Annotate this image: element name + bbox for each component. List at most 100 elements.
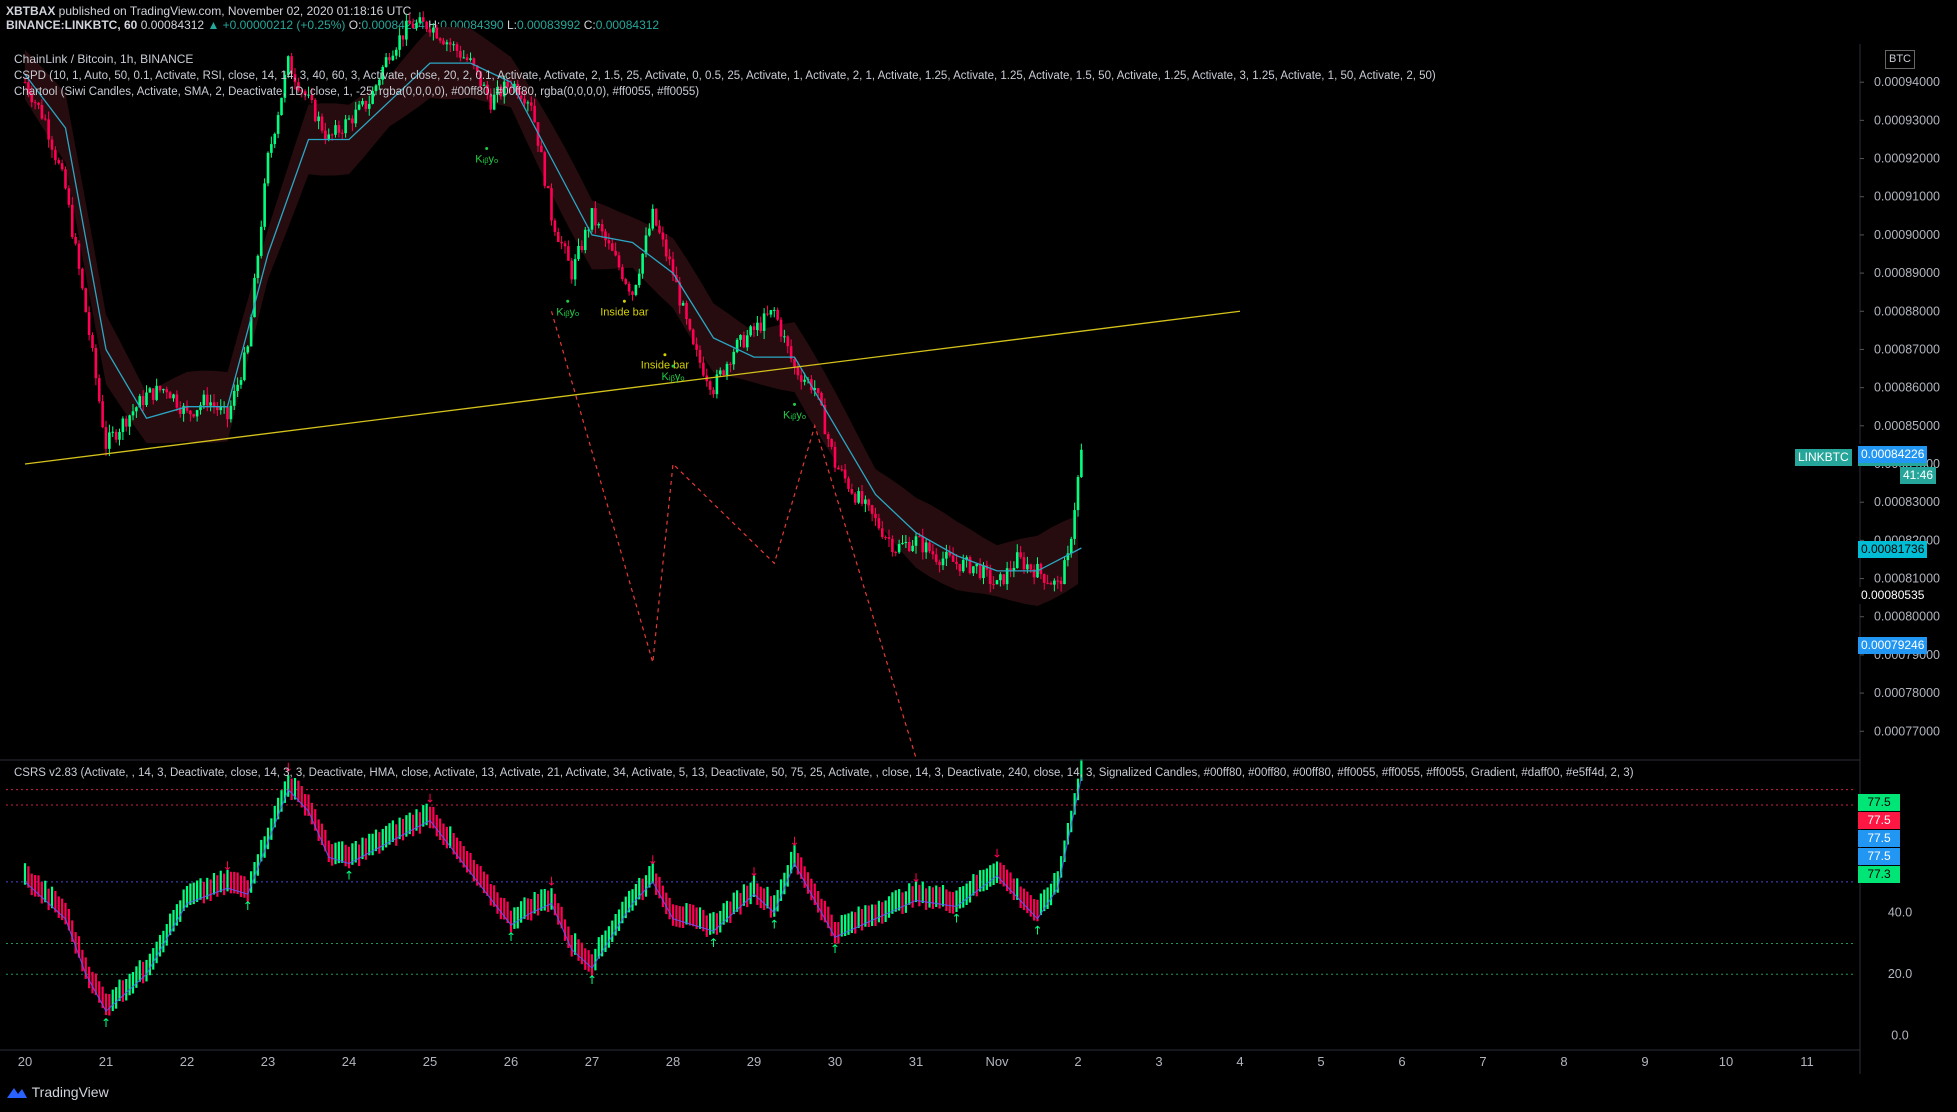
- candle-body: [573, 259, 577, 280]
- candle-body: [361, 100, 364, 105]
- candle-body: [74, 237, 77, 244]
- candle-body: [648, 228, 651, 236]
- candle-body: [465, 57, 469, 60]
- candle-body: [259, 226, 263, 256]
- candle-body: [934, 554, 938, 562]
- candle-body: [999, 574, 1002, 581]
- candle-body: [162, 389, 165, 391]
- osc-axis-tag: 77.5: [1858, 794, 1900, 811]
- sell-arrow-icon: ↓: [911, 871, 921, 885]
- candle-body: [243, 352, 246, 381]
- candle-body: [148, 388, 152, 393]
- volatility-band: [25, 26, 1078, 606]
- candle-body: [172, 394, 175, 399]
- candle-body: [1049, 582, 1053, 585]
- time-tick-label: 25: [423, 1054, 437, 1069]
- sell-arrow-icon: ↓: [992, 847, 1002, 861]
- candle-body: [232, 390, 236, 406]
- price-tick-label: 0.00090000: [1874, 228, 1940, 242]
- price-tick-label: 0.00087000: [1874, 342, 1940, 356]
- candle-body: [546, 185, 550, 189]
- candle-body: [938, 561, 941, 566]
- candle-body: [641, 253, 644, 274]
- candle-body: [229, 405, 233, 420]
- candle-body: [722, 370, 725, 376]
- candle-body: [604, 231, 607, 241]
- candle-body: [864, 499, 867, 504]
- candle-body: [543, 152, 547, 186]
- candle-body: [870, 505, 874, 514]
- candle-body: [205, 394, 209, 406]
- candle-body: [357, 104, 361, 110]
- time-tick-label: 5: [1317, 1054, 1324, 1069]
- candle-body: [540, 145, 543, 153]
- candle-body: [732, 351, 736, 365]
- candle-body: [847, 478, 850, 489]
- candle-body: [958, 563, 962, 572]
- annotation-dot: [663, 353, 667, 357]
- time-tick-label: 22: [180, 1054, 194, 1069]
- candle-body: [637, 273, 641, 286]
- legend-cspd: CSPD (10, 1, Auto, 50, 0.1, Activate, RS…: [14, 70, 1436, 82]
- candle-body: [124, 418, 128, 427]
- candle-body: [209, 402, 212, 406]
- price-tick-label: 0.00094000: [1874, 75, 1940, 89]
- candle-body: [239, 380, 243, 385]
- chart-canvas[interactable]: KᵢᵦyₒKᵢᵦyₒ Inside barInside barKᵢᵦyₒKᵢᵦyₒ…: [0, 0, 1957, 1074]
- currency-badge[interactable]: BTC: [1885, 50, 1915, 69]
- candle-body: [1046, 582, 1049, 584]
- candle-body: [270, 144, 273, 153]
- candle-body: [313, 99, 317, 122]
- candle-body: [1080, 449, 1083, 478]
- candle-body: [367, 103, 371, 109]
- annotation-dot: [566, 299, 570, 303]
- price-tick-label: 0.00093000: [1874, 113, 1940, 127]
- candle-body: [334, 125, 337, 135]
- candle-body: [195, 410, 199, 417]
- candle-body: [972, 566, 975, 574]
- candle-body: [911, 545, 914, 552]
- annotation-label: Inside bar: [600, 306, 649, 318]
- candle-body: [891, 538, 894, 553]
- buy-arrow-icon: ↑: [101, 1016, 111, 1030]
- candle-body: [877, 518, 881, 529]
- candle-body: [904, 541, 908, 543]
- osc-axis-tag: 77.5: [1858, 830, 1900, 847]
- price-tick-label: 0.00091000: [1874, 190, 1940, 204]
- footer: TradingView: [0, 1074, 1957, 1112]
- candle-body: [560, 241, 563, 244]
- candle-body: [81, 268, 84, 289]
- legend-csrs: CSRS v2.83 (Activate, , 14, 3, Deactivat…: [14, 767, 1634, 779]
- annotation-label: Kᵢᵦyₒ: [475, 154, 498, 166]
- candle-body: [57, 160, 61, 164]
- candle-body: [1076, 477, 1080, 511]
- candle-body: [631, 291, 634, 295]
- candle-body: [253, 277, 256, 318]
- tradingview-logo[interactable]: TradingView: [6, 1084, 109, 1100]
- price-tick-label: 0.00078000: [1874, 686, 1940, 700]
- candle-body: [212, 402, 216, 407]
- osc-tick-label: 20.0: [1888, 967, 1912, 981]
- candle-body: [654, 208, 658, 226]
- candle-body: [550, 188, 553, 221]
- candle-body: [563, 243, 567, 247]
- candle-body: [327, 134, 331, 139]
- candle-body: [354, 109, 358, 124]
- candle-body: [702, 362, 705, 376]
- legend-chartool: Chartool (Siwi Candles, Activate, SMA, 2…: [14, 86, 700, 98]
- sell-arrow-icon: ↓: [546, 874, 556, 888]
- candle-body: [600, 224, 604, 232]
- candle-body: [556, 231, 560, 242]
- candle-body: [978, 563, 982, 579]
- candle-body: [553, 220, 557, 232]
- candle-body: [860, 491, 864, 504]
- candle-body: [411, 23, 415, 29]
- candle-body: [627, 283, 631, 292]
- candle-body: [887, 537, 891, 539]
- tradingview-icon: [7, 1088, 27, 1098]
- candle-body: [894, 552, 898, 554]
- candle-body: [118, 431, 121, 440]
- candle-body: [759, 322, 763, 331]
- candle-body: [276, 115, 280, 134]
- time-tick-label: 3: [1155, 1054, 1162, 1069]
